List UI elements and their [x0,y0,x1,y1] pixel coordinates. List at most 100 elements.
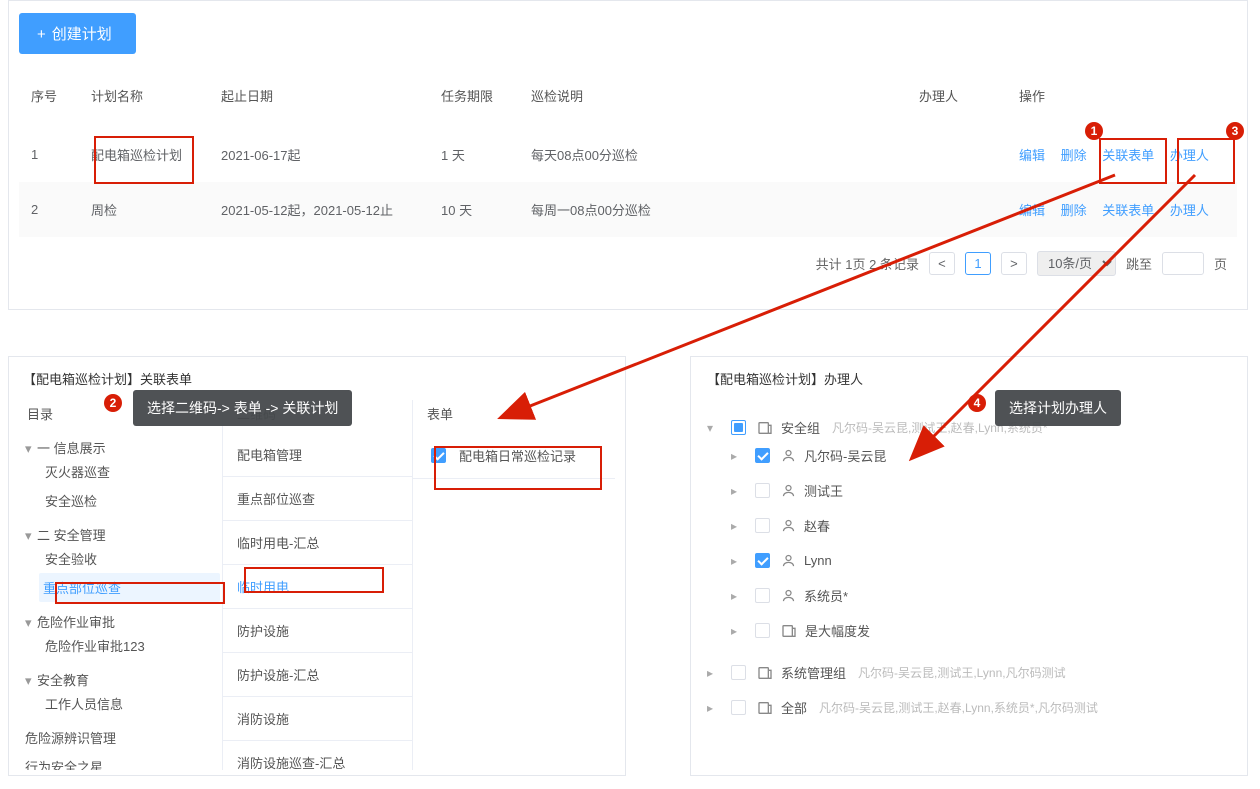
qr-item-active[interactable]: 临时用电 [223,565,412,609]
user-checkbox[interactable] [755,448,770,463]
th-desc: 巡检说明 [519,64,907,127]
pager-next[interactable]: > [1001,252,1027,275]
cell-name: 配电箱巡检计划 [79,127,209,182]
tree-item[interactable]: 危险源辨识管理 [25,731,116,746]
chevron-right-icon[interactable]: ▸ [707,666,719,680]
user-checkbox[interactable] [755,588,770,603]
user-checkbox[interactable] [755,553,770,568]
group-label[interactable]: 系统管理组 [781,663,846,682]
user-checkbox[interactable] [755,483,770,498]
tree-item[interactable]: 安全巡检 [45,494,97,509]
chevron-down-icon[interactable]: ▾ [25,441,37,457]
qr-item[interactable]: 重点部位巡查 [223,477,412,521]
group-icon [757,700,773,716]
chevron-down-icon[interactable]: ▾ [25,673,37,689]
form-checkbox[interactable] [431,448,446,463]
cell-date: 2021-06-17起 [209,127,429,182]
user-label[interactable]: 赵春 [804,516,830,535]
pager-jump-label: 跳至 [1126,254,1152,273]
chevron-right-icon[interactable]: ▸ [731,624,743,638]
op-edit[interactable]: 编辑 [1019,148,1045,163]
tree-item-selected[interactable]: 重点部位巡查 [43,581,121,596]
cell-seq: 2 [19,182,79,237]
relate-col1-header: 目录 [23,400,222,433]
handler-panel-title: 【配电箱巡检计划】办理人 [707,369,1231,388]
th-days: 任务期限 [429,64,519,127]
group-members: 凡尔码-吴云昆,测试王,赵春,Lynn,系统员* [832,419,1048,436]
qr-item[interactable]: 配电箱管理 [223,433,412,477]
chevron-right-icon[interactable]: ▸ [707,701,719,715]
tree-item[interactable]: 危险作业审批 [37,615,115,630]
cell-date: 2021-05-12起，2021-05-12止 [209,182,429,237]
group-label[interactable]: 全部 [781,698,807,717]
qr-item[interactable]: 临时用电-汇总 [223,521,412,565]
op-delete[interactable]: 删除 [1061,148,1087,163]
plan-table-panel: +创建计划 序号 计划名称 起止日期 任务期限 巡检说明 办理人 操作 1 配电… [8,0,1248,310]
chevron-down-icon[interactable]: ▾ [25,615,37,631]
op-delete[interactable]: 删除 [1061,203,1087,218]
user-label[interactable]: 测试王 [804,481,843,500]
group-checkbox[interactable] [731,420,746,435]
qr-list: 配电箱管理 重点部位巡查 临时用电-汇总 临时用电 防护设施 防护设施-汇总 消… [223,433,412,770]
table-row: 1 配电箱巡检计划 2021-06-17起 1 天 每天08点00分巡检 编辑 … [19,127,1237,182]
tree-item[interactable]: 工作人员信息 [45,697,123,712]
chevron-right-icon[interactable]: ▸ [731,589,743,603]
chevron-right-icon[interactable]: ▸ [731,554,743,568]
relate-form-panel: 【配电箱巡检计划】关联表单 目录 ▾一 信息展示 灭火器巡查 安全巡检 ▾二 安… [8,356,626,776]
tree-item[interactable]: 一 信息展示 [37,441,106,456]
user-checkbox[interactable] [755,518,770,533]
tree-item[interactable]: 灭火器巡查 [45,465,110,480]
chevron-right-icon[interactable]: ▸ [731,519,743,533]
th-date: 起止日期 [209,64,429,127]
cell-ops: 编辑 删除 关联表单 办理人 [1007,182,1237,237]
group-checkbox[interactable] [755,623,770,638]
op-relate[interactable]: 关联表单 [1102,203,1154,218]
group-label[interactable]: 是大幅度发 [805,621,870,640]
relate-panel-title: 【配电箱巡检计划】关联表单 [23,369,615,388]
tree-item[interactable]: 行为安全之星 [25,760,103,770]
qr-item[interactable]: 消防设施巡查-汇总 [223,741,412,770]
user-label[interactable]: 系统员* [804,586,848,605]
cell-name: 周检 [79,182,209,237]
group-icon [781,623,797,639]
cell-ops: 编辑 删除 关联表单 办理人 [1007,127,1237,182]
chevron-down-icon[interactable]: ▾ [25,528,37,544]
create-plan-label: 创建计划 [52,26,112,43]
pager-prev[interactable]: < [929,252,955,275]
tree-item[interactable]: 二 安全管理 [37,528,106,543]
cell-person [907,127,1007,182]
pager-page-unit: 页 [1214,254,1227,273]
th-ops: 操作 [1007,64,1237,127]
qr-item[interactable]: 防护设施 [223,609,412,653]
op-relate[interactable]: 关联表单 [1102,148,1154,163]
create-plan-button[interactable]: +创建计划 [19,13,136,54]
tree-item[interactable]: 安全教育 [37,673,89,688]
pager-size-select[interactable]: 10条/页 [1037,251,1116,276]
group-checkbox[interactable] [731,700,746,715]
op-edit[interactable]: 编辑 [1019,203,1045,218]
th-seq: 序号 [19,64,79,127]
tree-item[interactable]: 安全验收 [45,552,97,567]
group-checkbox[interactable] [731,665,746,680]
cell-person [907,182,1007,237]
chevron-right-icon[interactable]: ▸ [731,484,743,498]
user-label[interactable]: Lynn [804,553,832,568]
handler-panel: 【配电箱巡检计划】办理人 ▾ 安全组 凡尔码-吴云昆,测试王,赵春,Lynn,系… [690,356,1248,776]
user-icon [781,518,796,533]
tree-item[interactable]: 危险作业审批123 [45,639,145,654]
pager-jump-input[interactable] [1162,252,1204,275]
chevron-down-icon[interactable]: ▾ [707,421,719,435]
user-label[interactable]: 凡尔码-吴云昆 [804,446,886,465]
qr-item[interactable]: 消防设施 [223,697,412,741]
cell-desc: 每天08点00分巡检 [519,127,907,182]
th-name: 计划名称 [79,64,209,127]
chevron-right-icon[interactable]: ▸ [731,449,743,463]
qr-item[interactable]: 防护设施-汇总 [223,653,412,697]
op-handler[interactable]: 办理人 [1170,148,1209,163]
th-person: 办理人 [907,64,1007,127]
group-label[interactable]: 安全组 [781,418,820,437]
pager-current[interactable]: 1 [965,252,991,275]
dir-tree: ▾一 信息展示 灭火器巡查 安全巡检 ▾二 安全管理 安全验收 重点部位巡查 [23,433,222,770]
op-handler[interactable]: 办理人 [1170,203,1209,218]
cell-days: 1 天 [429,127,519,182]
